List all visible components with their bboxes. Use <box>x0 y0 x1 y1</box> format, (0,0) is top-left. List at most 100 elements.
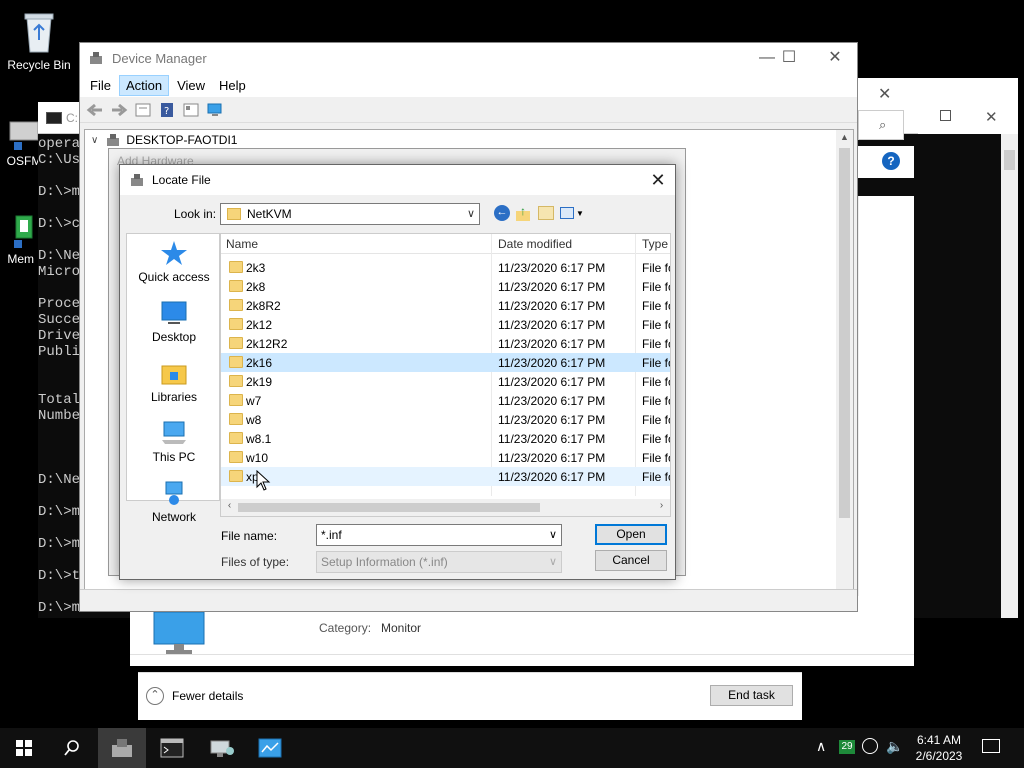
file-list-hscrollbar[interactable]: ‹ › <box>221 499 670 516</box>
file-row[interactable]: xp11/23/2020 6:17 PMFile fo <box>221 467 670 486</box>
close-button[interactable]: ✕ <box>812 43 858 73</box>
forward-arrow-icon[interactable] <box>110 102 128 118</box>
new-folder-icon[interactable] <box>538 206 554 220</box>
dialog-close-button[interactable]: ✕ <box>641 165 675 195</box>
desktop-icon-recycle-bin[interactable]: Recycle Bin <box>1 8 77 72</box>
file-name: 2k8R2 <box>246 299 281 313</box>
maximize-button[interactable]: ☐ <box>766 43 812 73</box>
menu-item-action[interactable]: Action <box>118 74 170 96</box>
start-button[interactable] <box>0 728 48 768</box>
device-manager-title-bar: Device Manager <box>80 43 857 73</box>
chevron-up-icon[interactable]: ∧ <box>816 738 826 755</box>
properties-icon[interactable] <box>134 102 152 118</box>
search-icon[interactable]: ⌕ <box>879 117 886 133</box>
file-row[interactable]: 2k19 11/23/2020 6:17 PM File fo <box>221 372 670 391</box>
taskbar-add-hardware[interactable] <box>198 728 246 768</box>
menu-item-help[interactable]: Help <box>213 76 252 95</box>
scroll-up-icon[interactable]: ▲ <box>840 132 849 142</box>
menu-item-file[interactable]: File <box>84 76 117 95</box>
taskbar-console[interactable] <box>148 728 196 768</box>
menu-item-view[interactable]: View <box>171 76 211 95</box>
place-quick-access[interactable]: Quick access <box>127 234 221 294</box>
file-row[interactable]: w8.1 11/23/2020 6:17 PM File fo <box>221 429 670 448</box>
view-menu-icon[interactable]: ▼ <box>560 207 584 219</box>
console-line: D:\Ne <box>38 248 81 264</box>
file-name-label: File name: <box>221 529 278 543</box>
file-row[interactable]: w7 11/23/2020 6:17 PM File fo <box>221 391 670 410</box>
file-row[interactable]: 2k3 11/23/2020 6:17 PM File fo <box>221 258 670 277</box>
clock-time: 6:41 AM <box>916 733 962 747</box>
cancel-button[interactable]: Cancel <box>595 550 667 571</box>
console-line: D:\>c <box>38 216 81 232</box>
device-tree-scroll-thumb[interactable] <box>839 148 850 518</box>
file-list[interactable]: Name ^ Date modified Type 2k3 11/23/2020 … <box>220 233 671 517</box>
column-header-name[interactable]: Name <box>226 237 258 251</box>
file-row[interactable]: w10 11/23/2020 6:17 PM File fo <box>221 448 670 467</box>
file-date: 11/23/2020 6:17 PM <box>498 451 606 465</box>
clock[interactable]: 6:41 AM 2/6/2023 <box>912 732 966 764</box>
device-tree-scrollbar[interactable]: ▲ ▼ <box>836 130 853 606</box>
close-icon[interactable]: ✕ <box>985 108 998 126</box>
file-type: File fo <box>642 394 670 408</box>
file-list-scroll-thumb[interactable] <box>238 503 540 512</box>
place-libraries[interactable]: Libraries <box>127 354 221 414</box>
folder-icon <box>229 470 243 482</box>
tray-badge[interactable]: 29 <box>839 740 855 754</box>
file-row[interactable]: 2k12 11/23/2020 6:17 PM File fo <box>221 315 670 334</box>
file-date: 11/23/2020 6:17 PM <box>498 375 606 389</box>
taskbar-device-manager[interactable] <box>98 728 146 768</box>
back-icon[interactable]: ← <box>494 205 510 221</box>
file-date: 11/23/2020 6:17 PM <box>498 470 606 484</box>
place-desktop[interactable]: Desktop <box>127 294 221 354</box>
console-line: opera <box>38 136 81 152</box>
column-header-type[interactable]: Type <box>642 237 668 251</box>
console-line: Micro <box>38 264 81 280</box>
volume-muted-icon[interactable]: 🔈 <box>886 738 903 755</box>
scroll-right-icon[interactable]: › <box>653 500 670 511</box>
taskbar-task-manager[interactable] <box>246 728 294 768</box>
file-row[interactable]: 2k8 11/23/2020 6:17 PM File fo <box>221 277 670 296</box>
column-header-date[interactable]: Date modified <box>498 237 572 251</box>
chevron-down-icon[interactable]: ∨ <box>549 528 557 541</box>
console-scrollbar[interactable] <box>1001 134 1018 618</box>
look-in-combo[interactable]: NetKVM ∨ <box>220 203 480 225</box>
folder-icon <box>229 356 243 368</box>
notifications-icon[interactable] <box>982 739 1000 753</box>
close-icon[interactable]: ✕ <box>878 84 891 104</box>
fewer-details-button[interactable]: ⌃ Fewer details <box>146 687 243 705</box>
place-this-pc[interactable]: This PC <box>127 414 221 474</box>
scan-hardware-icon[interactable] <box>206 102 224 118</box>
file-date: 11/23/2020 6:17 PM <box>498 261 606 275</box>
view-icon[interactable] <box>182 102 200 118</box>
task-manager-search-fragment: ⌕ <box>858 110 904 140</box>
file-date: 11/23/2020 6:17 PM <box>498 356 606 370</box>
search-button[interactable] <box>48 728 96 768</box>
place-network[interactable]: Network <box>127 474 221 534</box>
file-row[interactable]: 2k12R2 11/23/2020 6:17 PM File fo <box>221 334 670 353</box>
help-icon[interactable]: ? <box>158 102 176 118</box>
help-icon[interactable]: ? <box>882 152 900 170</box>
tree-root-node[interactable]: ∨ DESKTOP-FAOTDI1 <box>85 130 853 150</box>
folder-icon <box>229 451 243 463</box>
file-row[interactable]: 2k16 11/23/2020 6:17 PM File fo <box>221 353 670 372</box>
scroll-left-icon[interactable]: ‹ <box>221 500 238 511</box>
locate-file-dialog[interactable]: Locate File ✕ Look in: NetKVM ∨ ← ↑ ▼ Qu… <box>119 164 676 580</box>
up-folder-icon[interactable]: ↑ <box>516 205 532 221</box>
maximize-icon[interactable] <box>940 110 951 121</box>
desktop-icon <box>160 300 188 326</box>
file-name: 2k8 <box>246 280 266 294</box>
file-row[interactable]: 2k8R2 11/23/2020 6:17 PM File fo <box>221 296 670 315</box>
chevron-down-icon[interactable]: ∨ <box>467 207 475 220</box>
file-row[interactable]: w8 11/23/2020 6:17 PM File fo <box>221 410 670 429</box>
chevron-down-icon[interactable]: ∨ <box>91 135 98 146</box>
console-scroll-thumb[interactable] <box>1004 150 1015 170</box>
back-arrow-icon[interactable] <box>86 102 104 118</box>
open-button[interactable]: Open <box>595 524 667 545</box>
file-name-input[interactable]: *.inf ∨ <box>316 524 562 546</box>
end-task-button[interactable]: End task <box>710 685 793 706</box>
network-icon[interactable] <box>862 738 878 754</box>
